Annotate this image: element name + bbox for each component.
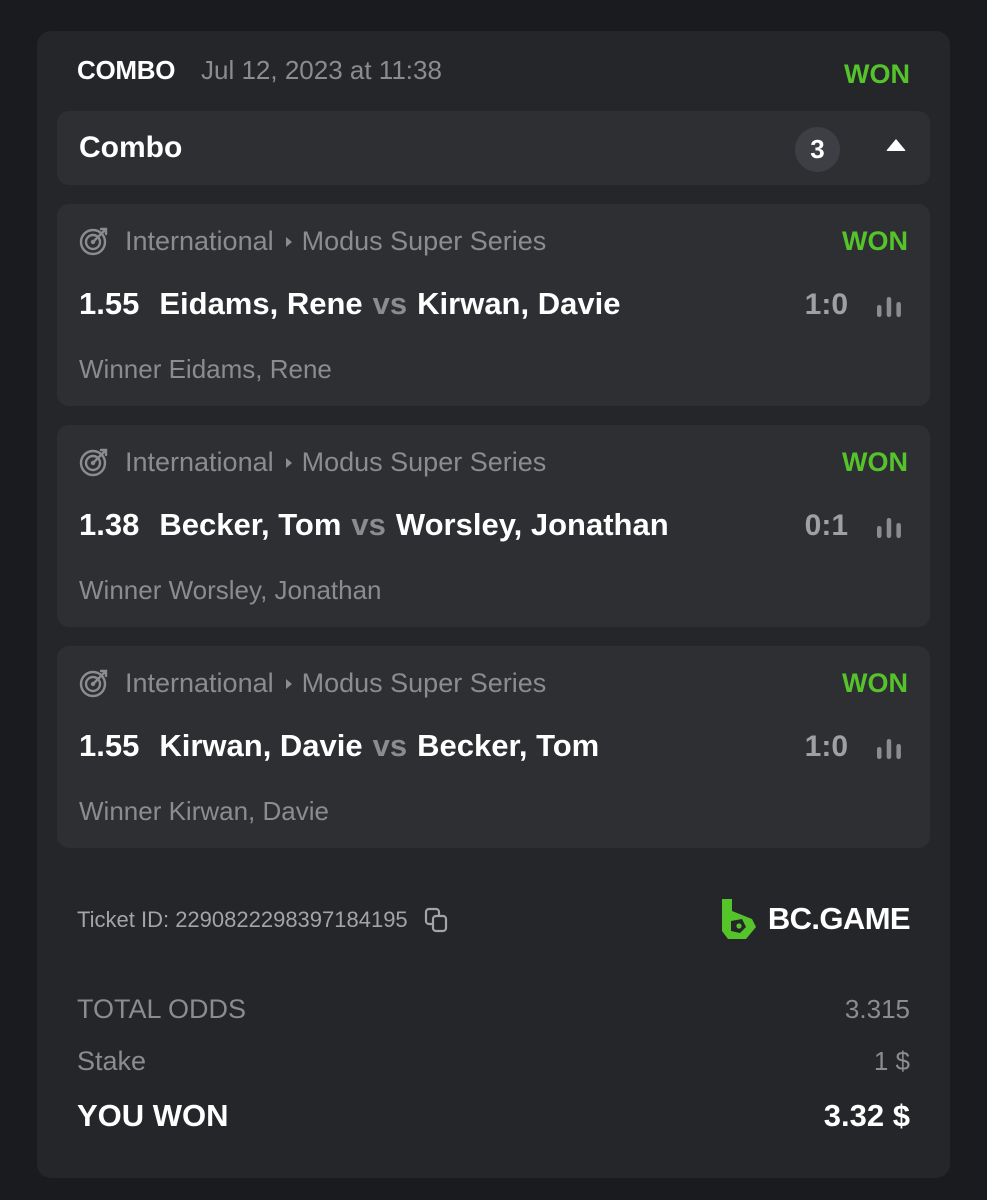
leg-odds: 1.55	[79, 286, 140, 321]
darts-target-icon	[79, 227, 108, 256]
payout-value: 3.32 $	[823, 1098, 910, 1133]
leg-home-player: Becker, Tom	[159, 507, 342, 542]
copy-icon[interactable]	[424, 907, 450, 933]
ticket-status: WON	[844, 59, 910, 89]
leg-match: 1.55 Eidams, Rene vs Kirwan, Davie	[79, 286, 620, 322]
leg-vs: vs	[351, 507, 386, 542]
stake-value: 1 $	[873, 1046, 910, 1076]
leg-tournament[interactable]: Modus Super Series	[302, 226, 547, 257]
leg-score: 1:0	[804, 730, 848, 763]
caret-up-icon[interactable]	[886, 139, 906, 151]
leg-match: 1.38 Becker, Tom vs Worsley, Jonathan	[79, 507, 669, 543]
bet-date: Jul 12, 2023 at 11:38	[201, 55, 442, 85]
brand-name: BC.GAME	[767, 901, 911, 936]
ticket-id: Ticket ID: 2290822298397184195	[77, 907, 408, 932]
leg-score: 1:0	[804, 288, 848, 321]
leg-breadcrumb: International Modus Super Series	[125, 447, 546, 478]
stake-row: Stake 1 $	[77, 1046, 910, 1077]
leg-category: International	[125, 668, 274, 698]
stats-icon[interactable]	[876, 737, 902, 761]
leg-away-player: Worsley, Jonathan	[395, 507, 669, 542]
bet-leg: International Modus Super Series WON 1.3…	[57, 425, 930, 627]
total-odds-value: 3.315	[844, 994, 910, 1024]
breadcrumb-arrow-icon	[285, 236, 292, 247]
leg-match: 1.55 Kirwan, Davie vs Becker, Tom	[79, 728, 599, 764]
stake-label: Stake	[77, 1046, 147, 1076]
bet-ticket: COMBO Jul 12, 2023 at 11:38 WON Combo 3 …	[37, 31, 950, 1178]
total-odds-row: TOTAL ODDS 3.315	[77, 994, 910, 1025]
bet-leg: International Modus Super Series WON 1.5…	[57, 646, 930, 848]
leg-away-player: Becker, Tom	[417, 728, 600, 763]
leg-selection: Winner Worsley, Jonathan	[79, 575, 382, 605]
leg-category: International	[125, 447, 274, 477]
leg-home-player: Eidams, Rene	[159, 286, 363, 321]
leg-status: WON	[842, 226, 908, 256]
leg-home-player: Kirwan, Davie	[159, 728, 363, 763]
ticket-header: COMBO Jul 12, 2023 at 11:38 WON	[77, 53, 910, 97]
total-odds-label: TOTAL ODDS	[77, 994, 247, 1024]
leg-away-player: Kirwan, Davie	[417, 286, 621, 321]
leg-odds: 1.55	[79, 728, 140, 763]
leg-tournament[interactable]: Modus Super Series	[302, 447, 547, 478]
ticket-id-row: Ticket ID: 2290822298397184195	[77, 907, 450, 933]
darts-target-icon	[79, 448, 108, 477]
darts-target-icon	[79, 669, 108, 698]
leg-selection: Winner Kirwan, Davie	[79, 796, 329, 826]
breadcrumb-arrow-icon	[285, 678, 292, 689]
bc-game-logo-icon	[721, 899, 756, 939]
leg-breadcrumb: International Modus Super Series	[125, 226, 546, 257]
brand: BC.GAME	[720, 897, 911, 941]
leg-score: 0:1	[804, 509, 848, 542]
combo-count-badge: 3	[795, 127, 840, 172]
stats-icon[interactable]	[876, 295, 902, 319]
payout-row: YOU WON 3.32 $	[77, 1098, 910, 1134]
payout-label: YOU WON	[77, 1098, 229, 1133]
combo-toggle-bar[interactable]: Combo 3	[57, 111, 930, 185]
bet-type: COMBO	[77, 55, 176, 85]
leg-status: WON	[842, 447, 908, 477]
stats-icon[interactable]	[876, 516, 902, 540]
leg-status: WON	[842, 668, 908, 698]
combo-title: Combo	[79, 131, 183, 164]
bet-leg: International Modus Super Series WON 1.5…	[57, 204, 930, 406]
leg-breadcrumb: International Modus Super Series	[125, 668, 546, 699]
leg-odds: 1.38	[79, 507, 140, 542]
leg-vs: vs	[372, 728, 408, 763]
leg-vs: vs	[372, 286, 408, 321]
leg-tournament[interactable]: Modus Super Series	[302, 668, 547, 699]
leg-selection: Winner Eidams, Rene	[79, 354, 332, 384]
breadcrumb-arrow-icon	[285, 457, 292, 468]
leg-category: International	[125, 226, 274, 256]
